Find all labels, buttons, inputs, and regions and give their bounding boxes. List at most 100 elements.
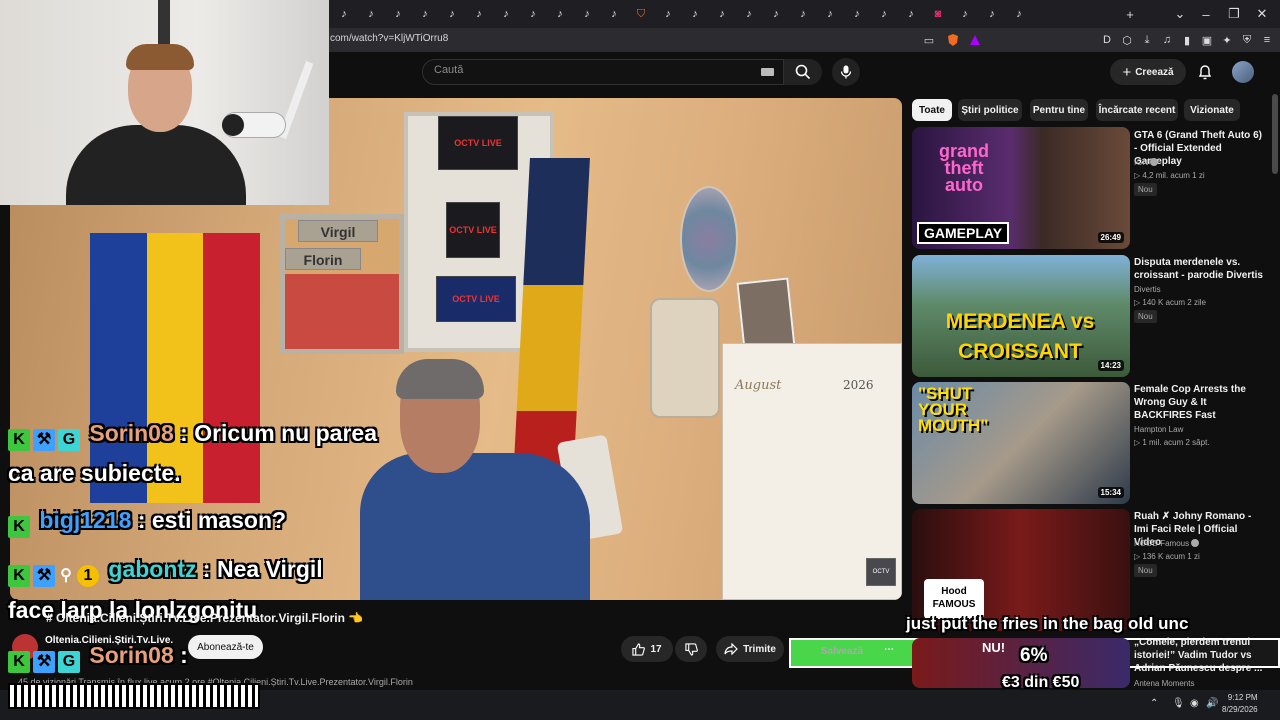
tray-chevron-icon[interactable]: ⌃ bbox=[1150, 698, 1158, 709]
chip-recently-uploaded[interactable]: Încărcate recent bbox=[1096, 99, 1178, 121]
rec-meta: ▷ 4,2 mil. acum 1 zi bbox=[1134, 171, 1205, 180]
tiktok-icon[interactable]: ♪ bbox=[495, 4, 517, 24]
instagram-icon[interactable]: ◙ bbox=[927, 4, 949, 24]
video-thumbnail[interactable]: MERDENEA vs CROISSANT 14:23 bbox=[912, 255, 1130, 377]
tiktok-icon[interactable]: ♪ bbox=[414, 4, 436, 24]
cast-icon[interactable]: ▭ bbox=[920, 31, 938, 49]
voice-search-button[interactable] bbox=[832, 58, 860, 86]
rec-channel[interactable]: HOOD Famous bbox=[1134, 539, 1200, 548]
tiktok-icon[interactable]: ♪ bbox=[819, 4, 841, 24]
rec-title[interactable]: Disputa merdenele vs. croissant - parodi… bbox=[1134, 256, 1264, 282]
tiktok-icon[interactable]: ♪ bbox=[981, 4, 1003, 24]
sidebar-icon[interactable]: ▮ bbox=[1178, 31, 1196, 49]
rec-title[interactable]: Female Cop Arrests the Wrong Guy & It BA… bbox=[1134, 383, 1264, 422]
save-button[interactable]: Salvează bbox=[810, 638, 874, 664]
maximize-icon[interactable]: ❐ bbox=[1224, 4, 1244, 24]
leo-icon[interactable]: ✦ bbox=[1218, 31, 1236, 49]
chip-watched[interactable]: Vizionate bbox=[1184, 99, 1240, 121]
tiktok-icon[interactable]: ♪ bbox=[333, 4, 355, 24]
rec-channel[interactable]: Antena Moments bbox=[1134, 679, 1194, 688]
rec-title[interactable]: „Comele, pierdem trenul istoriei!” Vadim… bbox=[1134, 636, 1264, 675]
duration: 26:49 bbox=[1097, 232, 1124, 243]
tiktok-icon[interactable]: ♪ bbox=[684, 4, 706, 24]
new-badge: Nou bbox=[1134, 183, 1157, 196]
clock-date: 8/29/2026 bbox=[1222, 705, 1258, 714]
streamer-hair bbox=[126, 44, 194, 70]
search-box[interactable] bbox=[422, 59, 784, 85]
tiktok-icon[interactable]: ♪ bbox=[846, 4, 868, 24]
chip-all[interactable]: Toate bbox=[912, 99, 952, 121]
calendar-month: August bbox=[735, 378, 782, 393]
tiktok-icon[interactable]: ♪ bbox=[900, 4, 922, 24]
chip-for-you[interactable]: Pentru tine bbox=[1030, 99, 1088, 121]
extension-d-icon[interactable]: D bbox=[1098, 31, 1116, 49]
chat-message: K ⚒ G Sorin08 : bbox=[8, 642, 188, 673]
minimize-icon[interactable]: – bbox=[1196, 4, 1216, 24]
subscribe-button[interactable]: Abonează-te bbox=[188, 635, 263, 659]
rec-channel[interactable]: Hampton Law bbox=[1134, 425, 1183, 434]
chat-username: Sorin08 bbox=[89, 420, 174, 446]
download-icon[interactable]: ⤓ bbox=[1138, 31, 1156, 49]
share-button[interactable]: Trimite bbox=[716, 636, 784, 662]
tiktok-icon[interactable]: ♪ bbox=[441, 4, 463, 24]
tiktok-icon[interactable]: ♪ bbox=[468, 4, 490, 24]
account-avatar[interactable] bbox=[1232, 61, 1254, 83]
brave-rewards-icon[interactable] bbox=[966, 31, 984, 49]
new-tab-icon[interactable]: + bbox=[1120, 4, 1140, 24]
save-label: Salvează bbox=[820, 645, 864, 657]
volume-icon[interactable]: 🔊 bbox=[1206, 698, 1218, 709]
chip-political-news[interactable]: Știri politice bbox=[958, 99, 1022, 121]
tiktok-icon[interactable]: ♪ bbox=[360, 4, 382, 24]
extensions-icon[interactable]: ⬡ bbox=[1118, 31, 1136, 49]
tiktok-icon[interactable]: ♪ bbox=[738, 4, 760, 24]
rec-channel[interactable]: Divertis bbox=[1134, 285, 1161, 294]
like-button[interactable]: 17 bbox=[621, 636, 673, 662]
vpn-icon[interactable]: ⛨ bbox=[1238, 31, 1256, 49]
kick-badge-icon: K bbox=[8, 516, 30, 538]
tiktok-icon[interactable]: ♪ bbox=[765, 4, 787, 24]
chat-username: gabontz bbox=[108, 556, 197, 582]
calendar-year: 2026 bbox=[843, 378, 874, 392]
tab-search-icon[interactable]: ⌄ bbox=[1170, 4, 1190, 24]
tiktok-icon[interactable]: ♪ bbox=[522, 4, 544, 24]
microphone-tray-icon[interactable]: 🎙 bbox=[1172, 698, 1185, 709]
tiktok-icon[interactable]: ♪ bbox=[792, 4, 814, 24]
wall-sign-virgil: Virgil bbox=[298, 220, 378, 242]
tiktok-icon[interactable]: ♪ bbox=[1008, 4, 1030, 24]
search-button[interactable] bbox=[784, 59, 822, 85]
url-text[interactable]: com/watch?v=KljWTiOrru8 bbox=[330, 33, 448, 44]
tiktok-icon[interactable]: ♪ bbox=[711, 4, 733, 24]
menu-icon[interactable]: ≡ bbox=[1258, 31, 1276, 49]
webcam-overlay bbox=[0, 0, 329, 205]
create-button[interactable]: + Creează bbox=[1110, 59, 1186, 85]
keyboard-icon[interactable] bbox=[761, 68, 774, 76]
video-thumbnail[interactable]: Hood FAMOUS bbox=[912, 509, 1130, 631]
brave-icon[interactable]: ⛉ bbox=[630, 4, 652, 24]
tiktok-icon[interactable]: ♪ bbox=[873, 4, 895, 24]
system-clock[interactable]: 9:12 PM 8/29/2026 bbox=[1222, 692, 1258, 716]
tiktok-icon[interactable]: ♪ bbox=[549, 4, 571, 24]
media-icon[interactable]: ♫ bbox=[1158, 31, 1176, 49]
dislike-button[interactable] bbox=[675, 636, 707, 662]
tiktok-icon[interactable]: ♪ bbox=[954, 4, 976, 24]
tiktok-icon[interactable]: ♪ bbox=[603, 4, 625, 24]
notifications-button[interactable] bbox=[1195, 62, 1215, 82]
close-icon[interactable]: ✕ bbox=[1252, 4, 1272, 24]
rec-channel[interactable]: IGN bbox=[1134, 158, 1159, 167]
brave-shield-icon[interactable] bbox=[944, 31, 962, 49]
more-actions-button[interactable]: ⋯ bbox=[876, 636, 902, 662]
screen: ♪ ♪ ♪ ♪ ♪ ♪ ♪ ♪ ♪ ♪ ♪ ⛉ ♪ ♪ ♪ ♪ ♪ ♪ ♪ ♪ ♪ ♪ ◙ ♪ ♪ ♪ + ⌄ – ❐ ✕ com… bbox=[0, 0, 1280, 720]
chat-text: : bbox=[173, 642, 188, 668]
key-badge-icon: ⚲ bbox=[60, 567, 72, 584]
tiktok-icon[interactable]: ♪ bbox=[576, 4, 598, 24]
wallet-icon[interactable]: ▣ bbox=[1198, 31, 1216, 49]
page-scrollbar[interactable] bbox=[1272, 94, 1278, 174]
tiktok-icon[interactable]: ♪ bbox=[657, 4, 679, 24]
video-title: # Oltenia.Cilieni.Știri.Tv.Live.Prezenta… bbox=[46, 611, 364, 625]
channel-watermark[interactable]: OCTV bbox=[866, 558, 896, 586]
video-thumbnail[interactable]: grand theft auto GAMEPLAY 26:49 bbox=[912, 127, 1130, 249]
video-thumbnail[interactable]: "SHUT YOUR MOUTH" 15:34 bbox=[912, 382, 1130, 504]
tiktok-icon[interactable]: ♪ bbox=[387, 4, 409, 24]
search-input[interactable]: Caută bbox=[434, 64, 463, 76]
network-icon[interactable]: ◉ bbox=[1190, 698, 1199, 709]
